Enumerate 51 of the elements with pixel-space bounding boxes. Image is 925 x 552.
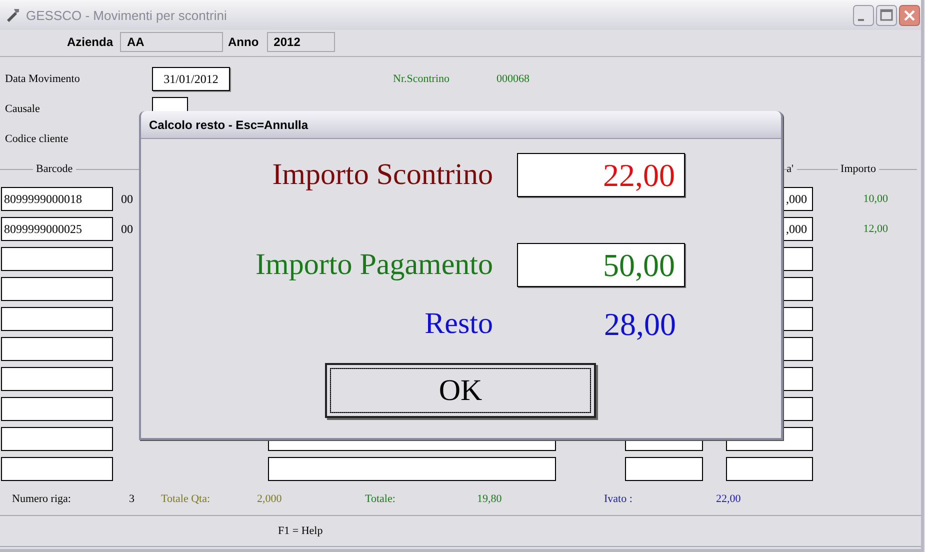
total-value: 22,00 bbox=[716, 493, 741, 505]
input-field[interactable]: AA bbox=[120, 32, 224, 52]
total-label: Ivato : bbox=[604, 493, 634, 505]
total-label: Totale: bbox=[365, 493, 396, 505]
window-title: GESSCO - Movimenti per scontrini bbox=[26, 8, 227, 22]
table-cell: 10,00 bbox=[863, 193, 888, 205]
total-value: 2,000 bbox=[257, 493, 283, 505]
input-field[interactable]: 50,00 bbox=[517, 243, 685, 287]
status-text: F1 = Help bbox=[278, 525, 323, 537]
total-label: Numero riga: bbox=[12, 493, 72, 505]
field-value: 28,00 bbox=[603, 306, 677, 342]
table-cell: 00 bbox=[121, 222, 133, 236]
input-field[interactable]: 22,00 bbox=[517, 153, 685, 197]
input-field[interactable] bbox=[1, 277, 113, 301]
table-cell: 00 bbox=[121, 192, 133, 206]
input-field[interactable]: 8099999000025 bbox=[1, 217, 113, 241]
field-label: Importo Scontrino bbox=[271, 158, 493, 192]
input-field[interactable]: 8099999000018 bbox=[1, 187, 113, 211]
total-value: 3 bbox=[129, 493, 136, 505]
table-cell: 12,00 bbox=[863, 223, 888, 235]
ok-button[interactable]: OK bbox=[325, 363, 596, 418]
close-icon[interactable] bbox=[899, 4, 920, 26]
field-value: 000068 bbox=[496, 73, 530, 85]
maximize-icon[interactable] bbox=[876, 4, 897, 26]
input-field[interactable]: 31/01/2012 bbox=[152, 67, 230, 91]
dialog-title: Calcolo resto - Esc=Annulla bbox=[141, 111, 781, 139]
input-field[interactable] bbox=[268, 457, 556, 481]
input-field[interactable] bbox=[1, 307, 113, 331]
field-label: Anno bbox=[228, 35, 259, 49]
field-label: Data Movimento bbox=[4, 73, 81, 85]
input-field[interactable] bbox=[1, 457, 113, 481]
input-field[interactable] bbox=[1, 337, 113, 361]
field-label: Codice cliente bbox=[4, 133, 70, 145]
field-label: Resto bbox=[424, 307, 493, 341]
total-value: 19,80 bbox=[477, 493, 503, 505]
input-field[interactable] bbox=[1, 247, 113, 271]
input-field[interactable] bbox=[1, 367, 113, 391]
field-label: Azienda bbox=[67, 35, 114, 49]
column-header: a' bbox=[786, 163, 797, 175]
field-label: Causale bbox=[4, 103, 41, 115]
input-field[interactable] bbox=[726, 457, 813, 481]
input-field[interactable] bbox=[1, 427, 113, 451]
input-field[interactable] bbox=[625, 457, 703, 481]
field-label: Importo Pagamento bbox=[254, 248, 493, 282]
input-field[interactable]: 2012 bbox=[266, 32, 335, 52]
column-header: Importo bbox=[838, 163, 879, 175]
total-label: Totale Qta: bbox=[161, 493, 212, 505]
column-header: Barcode bbox=[33, 163, 76, 175]
field-label: Nr.Scontrino bbox=[393, 73, 450, 85]
minimize-icon[interactable] bbox=[853, 4, 874, 26]
input-field[interactable] bbox=[1, 397, 113, 421]
